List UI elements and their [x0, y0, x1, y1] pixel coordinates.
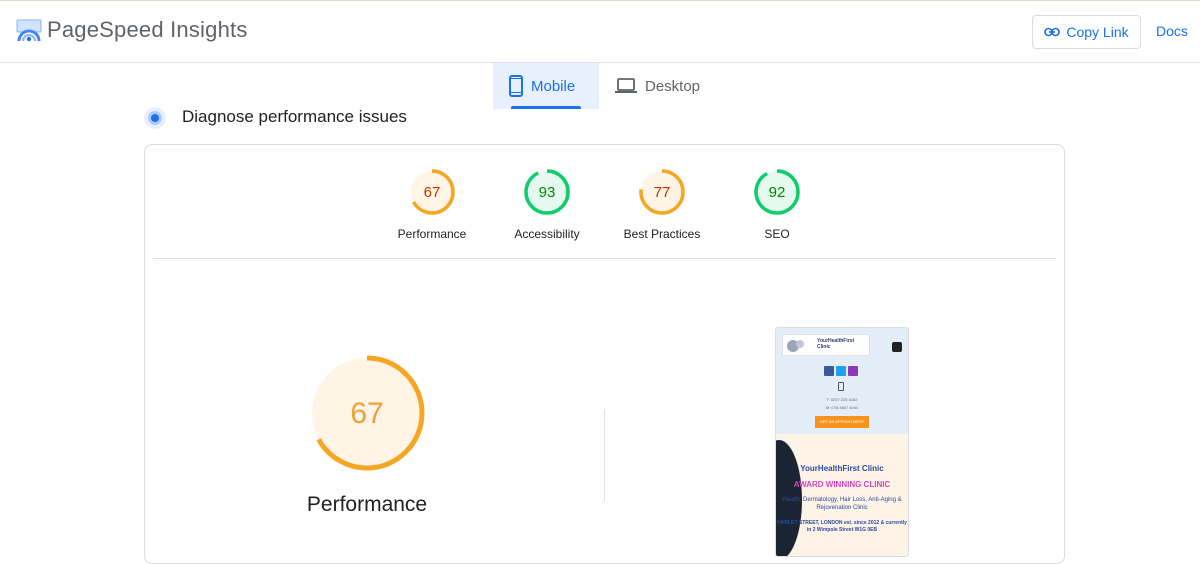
menu-icon [892, 342, 902, 352]
report-card: 67 Performance 93 Accessibility 77 Best … [144, 144, 1065, 564]
tab-desktop-label: Desktop [645, 77, 701, 95]
gauge-label: Best Practices [623, 227, 701, 241]
gauge-best-practices[interactable]: 77 Best Practices [607, 167, 717, 241]
smartphone-icon [509, 75, 523, 97]
section-title: Diagnose performance issues [182, 107, 407, 126]
brand-title[interactable]: PageSpeed Insights [47, 17, 248, 43]
gauge-ring: 77 [639, 169, 685, 215]
gauge-value: 67 [424, 184, 441, 201]
tab-mobile[interactable]: Mobile [493, 63, 599, 109]
gauge-seo[interactable]: 92 SEO [722, 167, 832, 241]
screenshot-tel: T: 0207 225 3182 [826, 397, 858, 402]
gauge-label: Performance [397, 227, 467, 241]
main-score-label: Performance [306, 493, 428, 516]
instagram-icon [848, 366, 858, 376]
tab-mobile-label: Mobile [531, 77, 576, 95]
hero-title: YourHealthFirst Clinic [800, 464, 884, 473]
vertical-divider [604, 409, 605, 501]
gauge-value: 93 [539, 184, 556, 201]
gauge-value: 92 [769, 184, 786, 201]
docs-link[interactable]: Docs [1156, 23, 1188, 39]
gauge-ring: 93 [524, 169, 570, 215]
facebook-icon [824, 366, 834, 376]
screenshot-hero: YourHealthFirst Clinic AWARD WINNING CLI… [776, 434, 908, 556]
twitter-icon [836, 366, 846, 376]
tab-desktop[interactable]: Desktop [599, 63, 716, 109]
card-divider [153, 258, 1056, 259]
page-screenshot: YourHealthFirst Clinic T: 0207 225 3182 … [775, 327, 909, 557]
pagespeed-logo-icon[interactable] [16, 19, 42, 43]
screenshot-mobile: M: 078 3847 4041 [825, 405, 859, 410]
gauge-accessibility[interactable]: 93 Accessibility [492, 167, 602, 241]
main-score-value: 67 [350, 397, 383, 430]
laptop-icon [615, 78, 637, 93]
top-bar: PageSpeed Insights Copy Link Docs [0, 0, 1200, 63]
social-icons [824, 366, 858, 376]
copy-link-button[interactable]: Copy Link [1032, 15, 1141, 49]
gauge-ring: 67 [409, 169, 455, 215]
gauge-performance[interactable]: 67 Performance [377, 167, 487, 241]
hero-services: Health, Dermatology, Hair Loss, Anti-Agi… [782, 497, 902, 511]
copy-link-label: Copy Link [1066, 24, 1129, 40]
diagnose-icon [144, 107, 166, 129]
screenshot-contact: T: 0207 225 3182 M: 078 3847 4041 [776, 396, 908, 412]
screenshot-appointment-button: GET AN APPOINTMENT [815, 416, 869, 428]
gauge-label: Accessibility [514, 227, 580, 241]
hero-award: AWARD WINNING CLINIC [793, 480, 891, 489]
gauge-label: SEO [764, 227, 790, 241]
phone-icon [838, 382, 844, 391]
device-tabs: Mobile Desktop [493, 63, 716, 109]
clinic-logo-icon [787, 340, 804, 352]
screenshot-header: YourHealthFirst Clinic T: 0207 225 3182 … [776, 328, 908, 434]
gauge-value: 77 [654, 184, 671, 201]
hero-address: HARLEY STREET, LONDON est. since 2012 & … [777, 520, 907, 533]
gauge-ring: 92 [754, 169, 800, 215]
performance-main-gauge: 67 [309, 355, 425, 471]
screenshot-logo: YourHealthFirst Clinic [782, 334, 870, 356]
link-icon [1044, 27, 1061, 37]
score-gauges: 67 Performance 93 Accessibility 77 Best … [145, 167, 1064, 267]
screenshot-site-title: YourHealthFirst Clinic [817, 338, 855, 350]
